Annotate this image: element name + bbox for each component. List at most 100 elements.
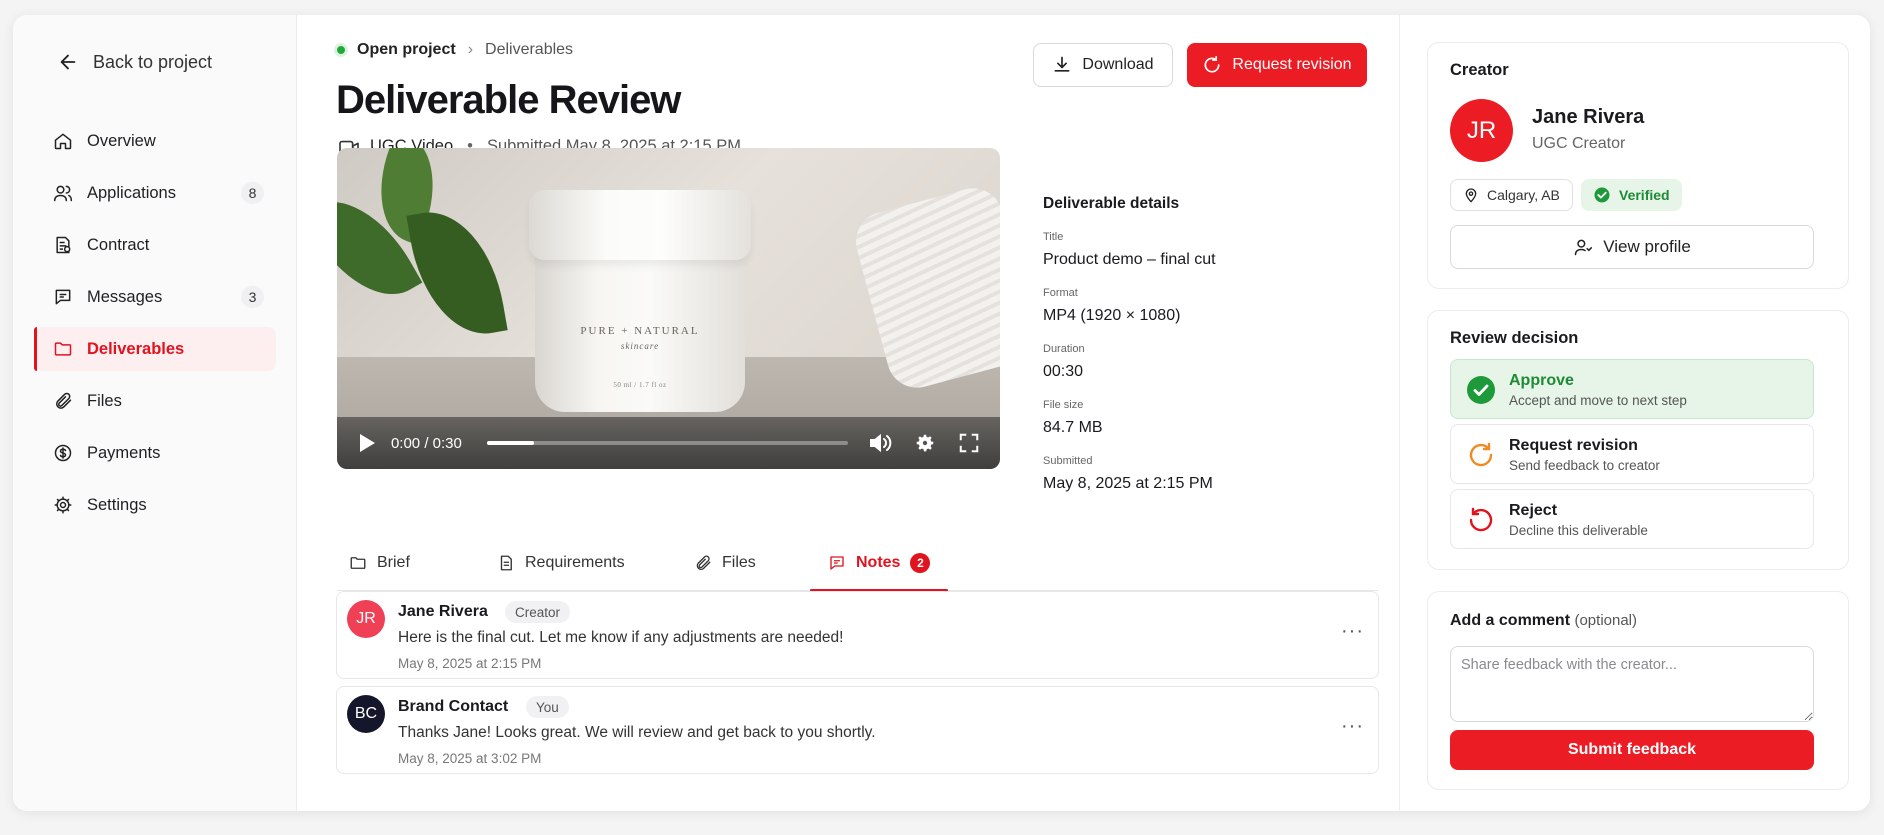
creator-role: UGC Creator xyxy=(1532,135,1626,152)
location-text: Calgary, AB xyxy=(1487,187,1560,203)
video-player[interactable]: PURE + NATURAL skincare 50 ml / 1.7 fl o… xyxy=(337,148,1000,469)
arrow-left-icon xyxy=(60,54,76,70)
breadcrumb-current: Deliverables xyxy=(485,41,574,58)
video-progress-bar[interactable] xyxy=(486,441,848,445)
details-heading: Deliverable details xyxy=(1043,195,1180,212)
play-icon[interactable] xyxy=(357,432,377,454)
request-revision-button[interactable]: Request revision xyxy=(1187,43,1367,87)
sidebar-item-overview[interactable]: Overview xyxy=(34,119,276,163)
sidebar-item-contract[interactable]: Contract xyxy=(34,223,276,267)
verified-badge: Verified xyxy=(1581,179,1682,211)
detail-value: May 8, 2025 at 2:15 PM xyxy=(1043,475,1213,492)
creator-card: Creator JR Jane Rivera UGC Creator Calga… xyxy=(1427,42,1849,289)
option-title: Approve xyxy=(1509,372,1574,389)
detail-title: Title Product demo – final cut xyxy=(1043,231,1216,269)
breadcrumb-project[interactable]: Open project xyxy=(357,41,456,59)
role-badge: You xyxy=(526,696,569,718)
sidebar-item-deliverables[interactable]: Deliverables xyxy=(34,327,276,371)
note-text: Here is the final cut. Let me know if an… xyxy=(398,629,844,646)
video-scene-leaf xyxy=(406,202,508,344)
revision-icon xyxy=(1204,55,1220,73)
volume-icon[interactable] xyxy=(868,432,892,454)
sidebar-item-label: Contract xyxy=(87,235,150,254)
chevron-right-icon: › xyxy=(467,41,474,58)
detail-value: 00:30 xyxy=(1043,363,1084,380)
tab-requirements[interactable]: Requirements xyxy=(497,535,625,591)
status-dot xyxy=(337,46,345,54)
comment-heading-label: Add a comment xyxy=(1450,612,1571,629)
folder-icon xyxy=(350,557,366,569)
detail-file-size: File size 84.7 MB xyxy=(1043,399,1103,437)
sidebar-item-files[interactable]: Files xyxy=(34,379,276,423)
map-pin-icon xyxy=(1465,188,1477,203)
sidebar-item-label: Overview xyxy=(87,131,156,150)
check-circle-icon xyxy=(1594,187,1610,203)
request-revision-option[interactable]: Request revision Send feedback to creato… xyxy=(1450,424,1814,484)
sidebar-item-label: Payments xyxy=(87,443,161,462)
tab-notes[interactable]: Notes 2 xyxy=(809,535,949,592)
tab-bar: Brief Requirements Files Notes 2 xyxy=(337,535,1378,592)
comment-textarea[interactable] xyxy=(1450,646,1814,722)
detail-label: Format xyxy=(1043,287,1078,299)
sidebar-item-payments[interactable]: Payments xyxy=(34,431,276,475)
tab-label: Notes xyxy=(856,554,901,571)
request-revision-label: Request revision xyxy=(1232,56,1352,73)
product-size: 50 ml / 1.7 fl oz xyxy=(613,381,667,389)
note-item: JR Jane Rivera Creator Here is the final… xyxy=(336,591,1379,679)
message-icon xyxy=(55,289,71,305)
sidebar-item-applications[interactable]: Applications 8 xyxy=(34,171,276,215)
more-options-icon[interactable]: ··· xyxy=(1341,715,1364,738)
breadcrumb: Open project › Deliverables xyxy=(337,41,573,59)
location-chip: Calgary, AB xyxy=(1450,179,1573,211)
approve-option[interactable]: Approve Accept and move to next step xyxy=(1450,359,1814,419)
download-icon xyxy=(1054,56,1070,72)
download-button[interactable]: Download xyxy=(1033,43,1173,87)
detail-value: MP4 (1920 × 1080) xyxy=(1043,307,1181,324)
app-window: Back to project Overview Applications 8 … xyxy=(13,15,1870,811)
option-subtitle: Send feedback to creator xyxy=(1509,458,1660,473)
sidebar-item-messages[interactable]: Messages 3 xyxy=(34,275,276,319)
tab-brief[interactable]: Brief xyxy=(349,535,410,591)
home-icon xyxy=(54,133,72,150)
sidebar-item-settings[interactable]: Settings xyxy=(34,483,276,527)
sidebar-nav: Overview Applications 8 Contract Message… xyxy=(34,119,276,535)
notes-count-badge: 2 xyxy=(910,553,931,573)
back-to-project-link[interactable]: Back to project xyxy=(57,51,212,73)
creator-heading: Creator xyxy=(1450,61,1509,79)
reject-option[interactable]: Reject Decline this deliverable xyxy=(1450,489,1814,549)
users-icon xyxy=(53,185,73,202)
option-subtitle: Decline this deliverable xyxy=(1509,523,1648,538)
reject-icon xyxy=(1469,507,1493,532)
detail-value: 84.7 MB xyxy=(1043,419,1103,436)
count-badge: 8 xyxy=(241,182,264,204)
view-profile-button[interactable]: View profile xyxy=(1450,225,1814,269)
product-label: PURE + NATURAL skincare 50 ml / 1.7 fl o… xyxy=(535,325,745,389)
review-decision-card: Review decision Approve Accept and move … xyxy=(1427,310,1849,570)
fullscreen-icon[interactable] xyxy=(958,432,980,454)
creator-name: Jane Rivera xyxy=(1532,106,1645,128)
avatar: BC xyxy=(347,695,385,733)
submit-feedback-button[interactable]: Submit feedback xyxy=(1450,730,1814,770)
detail-label: Duration xyxy=(1043,343,1085,355)
settings-icon[interactable] xyxy=(914,432,936,454)
sidebar-item-label: Applications xyxy=(87,183,176,202)
video-scene-jar-lid xyxy=(529,190,751,260)
video-time: 0:00 / 0:30 xyxy=(390,434,462,452)
more-options-icon[interactable]: ··· xyxy=(1341,620,1364,643)
count-badge: 3 xyxy=(241,286,264,308)
tab-files[interactable]: Files xyxy=(694,535,756,591)
note-text: Thanks Jane! Looks great. We will review… xyxy=(398,724,876,741)
note-author: Jane Rivera xyxy=(398,603,488,620)
verified-text: Verified xyxy=(1619,187,1670,203)
note-author: Brand Contact xyxy=(398,698,509,715)
document-icon xyxy=(500,555,512,571)
note-time: May 8, 2025 at 3:02 PM xyxy=(398,751,542,766)
refresh-icon xyxy=(1469,442,1493,467)
back-label: Back to project xyxy=(93,51,213,72)
sidebar: Back to project Overview Applications 8 … xyxy=(13,15,297,811)
sidebar-item-label: Messages xyxy=(87,287,163,306)
dollar-icon xyxy=(54,444,72,462)
detail-submitted: Submitted May 8, 2025 at 2:15 PM xyxy=(1043,455,1213,493)
download-label: Download xyxy=(1082,56,1154,73)
detail-value: Product demo – final cut xyxy=(1043,251,1216,268)
